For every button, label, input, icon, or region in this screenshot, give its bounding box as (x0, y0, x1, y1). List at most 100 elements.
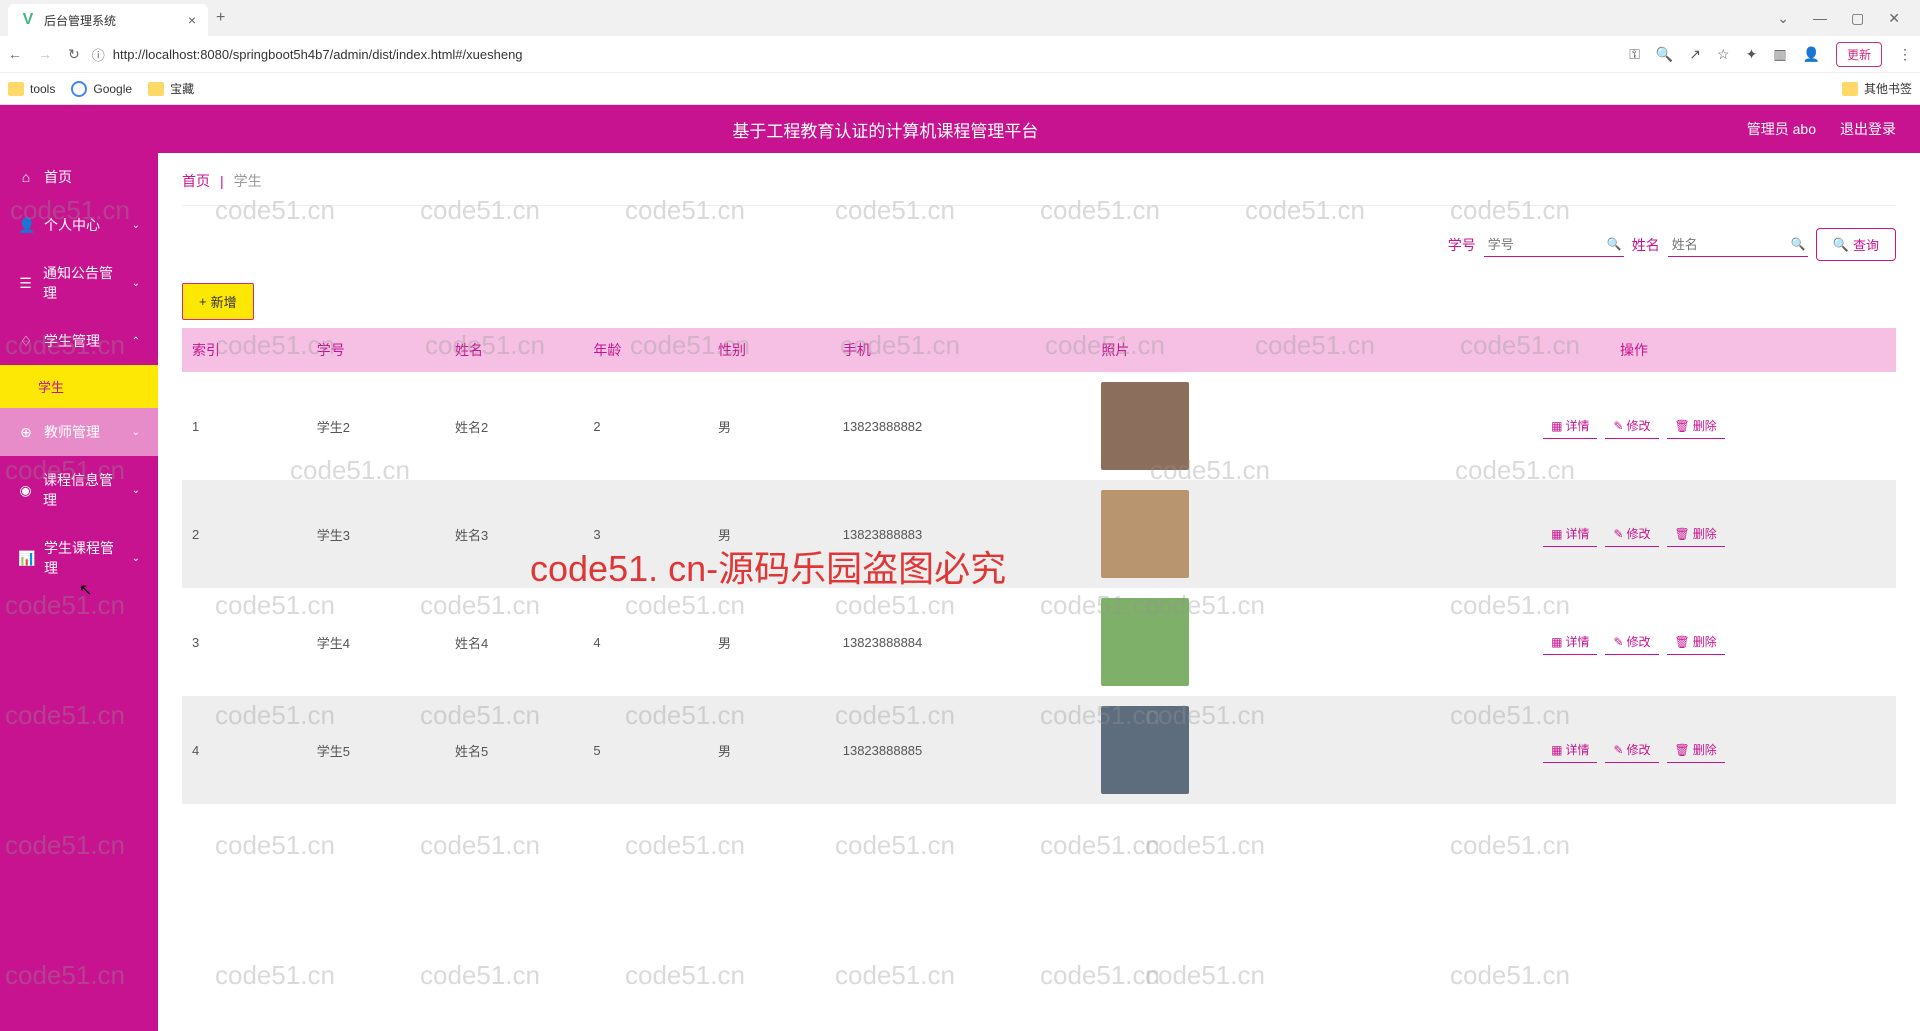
close-window-icon[interactable]: ✕ (1888, 10, 1900, 27)
google-icon (71, 81, 87, 97)
edit-button-icon: ✎ (1613, 635, 1623, 649)
bookmark-google[interactable]: Google (71, 81, 132, 97)
action-cell: ▦ 详情 ✎ 修改 🗑 删除 (1372, 480, 1896, 588)
edit-button-icon: ✎ (1613, 527, 1623, 541)
search-icon: 🔍 (1833, 237, 1849, 253)
panel-icon[interactable]: ▥ (1773, 46, 1786, 63)
sidebar-item-notice[interactable]: ☰通知公告管理⌄ (0, 249, 158, 317)
search-toolbar: 学号 🔍 姓名 🔍 🔍查询 (182, 228, 1896, 261)
menu-icon[interactable]: ⋮ (1898, 46, 1912, 63)
table-row: 2学生3姓名33男13823888883▦ 详情✎ 修改🗑 删除 (182, 480, 1896, 588)
dropdown-icon[interactable]: ⌄ (1777, 10, 1789, 27)
action-cell: ▦ 详情 ✎ 修改 🗑 删除 (1372, 588, 1896, 696)
table-cell: 男 (708, 372, 833, 480)
forward-icon[interactable]: → (38, 46, 52, 63)
action-cell: ▦ 详情 ✎ 修改 🗑 删除 (1372, 696, 1896, 804)
delete-button[interactable]: 🗑 删除 (1667, 413, 1725, 439)
bookmark-treasure[interactable]: 宝藏 (148, 80, 194, 97)
chevron-down-icon: ⌄ (132, 485, 140, 496)
delete-button[interactable]: 🗑 删除 (1667, 521, 1725, 547)
add-button[interactable]: +新增 (182, 283, 254, 320)
chevron-up-icon: ⌃ (132, 336, 140, 347)
bookmark-other[interactable]: 其他书签 (1842, 80, 1912, 97)
search-icon: 🔍 (1607, 237, 1622, 251)
bookmark-tools[interactable]: tools (8, 82, 55, 96)
delete-button-icon: 🗑 (1675, 635, 1690, 649)
info-icon[interactable]: ⓘ (92, 45, 105, 64)
table-cell: 2 (182, 480, 307, 588)
bookmark-bar: tools Google 宝藏 其他书签 (0, 72, 1920, 104)
new-tab-button[interactable]: + (216, 9, 225, 27)
table-cell: 4 (182, 696, 307, 804)
search-input-name[interactable] (1668, 233, 1808, 257)
detail-button-icon: ▦ (1551, 743, 1562, 757)
sidebar-item-profile[interactable]: 👤个人中心⌄ (0, 201, 158, 249)
photo-cell (1091, 696, 1372, 804)
table-cell: 姓名3 (445, 480, 583, 588)
table-cell: 姓名5 (445, 696, 583, 804)
puzzle-icon[interactable]: ✦ (1746, 46, 1758, 63)
app-title: 基于工程教育认证的计算机课程管理平台 (24, 117, 1747, 142)
chart-icon: 📊 (18, 550, 34, 567)
maximize-icon[interactable]: ▢ (1851, 10, 1864, 27)
back-icon[interactable]: ← (8, 46, 22, 63)
table-cell: 学生5 (307, 696, 445, 804)
table-row: 4学生5姓名55男13823888885▦ 详情✎ 修改🗑 删除 (182, 696, 1896, 804)
main-content: 首页 | 学生 学号 🔍 姓名 🔍 🔍查询 (158, 153, 1920, 1031)
zoom-icon[interactable]: 🔍 (1656, 46, 1673, 63)
delete-button-icon: 🗑 (1675, 419, 1690, 433)
table-header: 索引 (182, 328, 307, 372)
share-icon[interactable]: ↗ (1689, 46, 1701, 63)
table-cell: 13823888883 (833, 480, 1092, 588)
sidebar-item-student[interactable]: ♢学生管理⌃ (0, 317, 158, 365)
detail-button[interactable]: ▦ 详情 (1543, 737, 1597, 763)
table-cell: 13823888885 (833, 696, 1092, 804)
table-cell: 5 (583, 696, 708, 804)
student-photo (1101, 706, 1189, 794)
logout-button[interactable]: 退出登录 (1840, 119, 1896, 139)
star-icon[interactable]: ☆ (1717, 46, 1730, 63)
profile-icon[interactable]: 👤 (1803, 46, 1820, 63)
folder-icon (1842, 82, 1858, 96)
table-cell: 13823888882 (833, 372, 1092, 480)
detail-button[interactable]: ▦ 详情 (1543, 413, 1597, 439)
breadcrumb: 首页 | 学生 (182, 171, 1896, 206)
detail-button[interactable]: ▦ 详情 (1543, 521, 1597, 547)
breadcrumb-current: 学生 (234, 171, 262, 191)
table-cell: 学生4 (307, 588, 445, 696)
sidebar-item-course[interactable]: ◉课程信息管理⌄ (0, 456, 158, 524)
student-photo (1101, 598, 1189, 686)
search-input-sno[interactable] (1484, 233, 1624, 257)
table-cell: 1 (182, 372, 307, 480)
edit-button[interactable]: ✎ 修改 (1605, 737, 1658, 763)
sidebar-item-teacher[interactable]: ⊕教师管理⌄ (0, 408, 158, 456)
detail-button[interactable]: ▦ 详情 (1543, 629, 1597, 655)
detail-button-icon: ▦ (1551, 527, 1562, 541)
delete-button[interactable]: 🗑 删除 (1667, 737, 1725, 763)
sidebar: ⌂首页 👤个人中心⌄ ☰通知公告管理⌄ ♢学生管理⌃ 学生 ⊕教师管理⌄ ◉课程… (0, 153, 158, 1031)
key-icon[interactable]: ⚿ (1629, 46, 1640, 63)
table-cell: 姓名2 (445, 372, 583, 480)
minimize-icon[interactable]: — (1813, 10, 1827, 27)
browser-tab[interactable]: V 后台管理系统 × (8, 4, 208, 36)
sidebar-item-home[interactable]: ⌂首页 (0, 153, 158, 201)
edit-button[interactable]: ✎ 修改 (1605, 521, 1658, 547)
edit-button[interactable]: ✎ 修改 (1605, 413, 1658, 439)
sidebar-item-student-course[interactable]: 📊学生课程管理⌄ (0, 524, 158, 592)
url-box[interactable]: ⓘ http://localhost:8080/springboot5h4b7/… (92, 45, 1617, 64)
edit-button[interactable]: ✎ 修改 (1605, 629, 1658, 655)
chevron-down-icon: ⌄ (132, 278, 140, 289)
query-button[interactable]: 🔍查询 (1816, 228, 1896, 261)
table-header: 姓名 (445, 328, 583, 372)
delete-button[interactable]: 🗑 删除 (1667, 629, 1725, 655)
folder-icon (148, 82, 164, 96)
table-header: 性别 (708, 328, 833, 372)
sidebar-subitem-student[interactable]: 学生 (0, 365, 158, 408)
close-icon[interactable]: × (188, 12, 196, 28)
table-cell: 姓名4 (445, 588, 583, 696)
admin-label[interactable]: 管理员 abo (1747, 119, 1816, 139)
reload-icon[interactable]: ↻ (68, 46, 80, 63)
table-header: 学号 (307, 328, 445, 372)
update-button[interactable]: 更新 (1836, 42, 1882, 67)
breadcrumb-home[interactable]: 首页 (182, 171, 210, 191)
